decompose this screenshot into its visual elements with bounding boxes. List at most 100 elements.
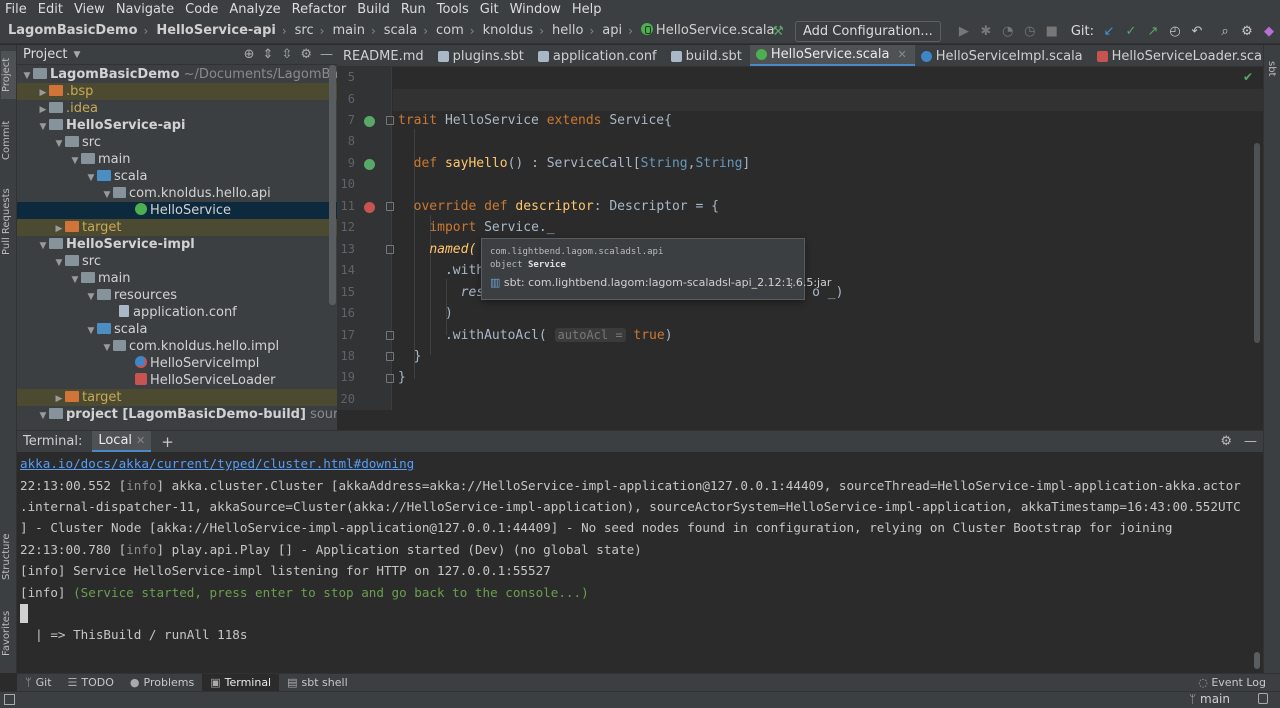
tree-item[interactable]: ▼ com.knoldus.hello.api (17, 185, 337, 202)
more-options-icon[interactable]: ⋮ (786, 277, 797, 290)
tree-item[interactable]: ▼ com.knoldus.hello.impl (17, 338, 337, 355)
tree-item[interactable]: ▼ src (17, 134, 337, 151)
event-log-button[interactable]: ◌ Event Log (1198, 676, 1266, 689)
coverage-icon[interactable]: ◔ (997, 24, 1019, 39)
minimize-icon[interactable]: — (1244, 434, 1257, 449)
tab-readme[interactable]: README.md (337, 45, 432, 66)
breadcrumb-com[interactable]: com (428, 23, 464, 38)
stop-icon[interactable]: ■ (1041, 24, 1063, 39)
fold-marker-icon[interactable] (386, 331, 394, 340)
breadcrumb-hello[interactable]: hello (544, 23, 583, 38)
tab-hello-service-loader[interactable]: HelloServiceLoader.scala (1091, 45, 1263, 66)
menu-help[interactable]: Help (567, 2, 608, 17)
tool-tab-git[interactable]: ᛘ Git (17, 674, 60, 692)
gear-icon[interactable]: ⚙ (300, 47, 312, 62)
git-update-icon[interactable]: ↙ (1098, 24, 1120, 39)
chevron-down-icon[interactable]: ▼ (37, 408, 49, 425)
editor-scrollbar[interactable] (1254, 143, 1260, 343)
terminal-output[interactable]: akka.io/docs/akka/current/typed/cluster.… (17, 452, 1263, 673)
git-history-icon[interactable]: ◴ (1164, 24, 1186, 39)
tree-item[interactable]: ▼ main (17, 151, 337, 168)
tree-item[interactable]: HelloServiceImpl (17, 355, 337, 372)
menu-tools[interactable]: Tools (432, 2, 475, 17)
profile-icon[interactable]: ◷ (1019, 24, 1041, 39)
project-panel-title[interactable]: Project (23, 47, 67, 62)
tab-hello-service[interactable]: HelloService.scala ✕ (749, 45, 915, 66)
tree-item[interactable]: ▼LagomBasicDemo ~/Documents/LagomBasicDe… (17, 66, 337, 83)
breadcrumb-knoldus[interactable]: knoldus (475, 23, 534, 38)
collapse-all-icon[interactable]: ⇳ (281, 47, 292, 62)
tool-tab-problems[interactable]: ● Problems (122, 674, 202, 692)
tab-hello-service-impl[interactable]: HelloServiceImpl.scala (915, 45, 1091, 66)
tree-item[interactable]: ▶ target (17, 219, 337, 236)
menu-analyze[interactable]: Analyze (224, 2, 286, 17)
tool-tab-structure[interactable]: Structure (1, 525, 16, 589)
tree-item[interactable]: ▶ .bsp (17, 83, 337, 100)
run-icon[interactable]: ▶ (953, 24, 975, 39)
ide-logo-icon[interactable]: ◆ (1258, 24, 1280, 39)
fold-marker-icon[interactable] (386, 352, 394, 361)
tree-item[interactable]: ▼ main (17, 270, 337, 287)
new-terminal-plus-icon[interactable]: + (161, 433, 174, 451)
breadcrumb-module[interactable]: HelloService-api (148, 23, 276, 38)
menu-git[interactable]: Git (475, 2, 505, 17)
fold-marker-icon[interactable] (386, 202, 394, 211)
git-commit-icon[interactable]: ✓ (1120, 24, 1142, 39)
menu-navigate[interactable]: Navigate (111, 2, 180, 17)
breadcrumb-project[interactable]: LagomBasicDemo (0, 23, 138, 38)
git-rollback-icon[interactable]: ↶ (1186, 24, 1208, 39)
tool-tab-sbt-shell[interactable]: ▤ sbt shell (279, 674, 356, 692)
breadcrumb-scala[interactable]: scala (376, 23, 417, 38)
git-push-icon[interactable]: ↗ (1142, 24, 1164, 39)
breadcrumb-main[interactable]: main (324, 23, 364, 38)
settings-gear-icon[interactable]: ⚙ (1236, 24, 1258, 39)
tool-tab-pull-requests[interactable]: Pull Requests (1, 179, 16, 265)
tree-item[interactable]: ▶ .idea (17, 100, 337, 117)
tree-item[interactable]: ▼ src (17, 253, 337, 270)
breadcrumb-api[interactable]: api (594, 23, 622, 38)
tool-tab-todo[interactable]: ☰ TODO (60, 674, 122, 692)
override-marker-icon[interactable] (364, 202, 375, 213)
tree-item[interactable]: ▼ HelloService-api (17, 117, 337, 134)
tree-item-selected[interactable]: HelloService (17, 202, 337, 219)
expand-all-icon[interactable]: ⇕ (263, 47, 274, 62)
tool-tab-terminal[interactable]: ▣ Terminal (202, 673, 280, 692)
tool-tab-commit[interactable]: Commit (1, 113, 16, 167)
breadcrumb-file[interactable]: HelloService.scala (633, 23, 775, 38)
tree-item[interactable]: ▶ target (17, 389, 337, 406)
locate-target-icon[interactable]: ⊕ (244, 47, 255, 62)
add-configuration-button[interactable]: Add Configuration... (794, 20, 941, 42)
tab-build-sbt[interactable]: build.sbt (665, 45, 750, 66)
terminal-scrollbar[interactable] (1254, 652, 1260, 669)
fold-marker-icon[interactable] (386, 374, 394, 383)
tree-item[interactable]: ▼ project [LagomBasicDemo-build] sources … (17, 406, 337, 423)
tree-item[interactable]: ▼ scala (17, 168, 337, 185)
close-icon[interactable]: ✕ (897, 48, 906, 61)
fold-marker-icon[interactable] (386, 245, 394, 254)
chevron-down-icon[interactable]: ▼ (73, 50, 80, 60)
tool-tab-favorites[interactable]: Favorites (1, 601, 16, 665)
build-hammer-icon[interactable]: ⚒ (767, 24, 789, 39)
hide-icon[interactable]: — (320, 47, 333, 62)
project-scrollbar[interactable] (329, 65, 336, 305)
tab-application-conf[interactable]: application.conf (532, 45, 665, 66)
menu-code[interactable]: Code (180, 2, 224, 17)
terminal-tab-local[interactable]: Local ✕ (92, 431, 152, 452)
git-branch-widget[interactable]: ᛘ main (1189, 692, 1230, 706)
menu-edit[interactable]: Edit (33, 2, 69, 17)
breadcrumb-src[interactable]: src (287, 23, 314, 38)
tool-tab-project[interactable]: Project (1, 51, 16, 99)
tree-item[interactable]: ▼ scala (17, 321, 337, 338)
menu-refactor[interactable]: Refactor (287, 2, 353, 17)
menu-file[interactable]: File (0, 2, 33, 17)
menu-window[interactable]: Window (505, 2, 567, 17)
tool-window-toggle-icon[interactable] (4, 694, 15, 705)
tree-item[interactable]: ▼ resources (17, 287, 337, 304)
tree-item[interactable]: ▼ HelloService-impl (17, 236, 337, 253)
close-icon[interactable]: ✕ (136, 434, 145, 447)
fold-marker-icon[interactable] (386, 116, 394, 125)
implemented-marker-icon[interactable] (364, 116, 375, 127)
terminal-link[interactable]: akka.io/docs/akka/current/typed/cluster.… (20, 456, 414, 471)
gear-icon[interactable]: ⚙ (1220, 434, 1232, 449)
menu-view[interactable]: View (69, 2, 111, 17)
